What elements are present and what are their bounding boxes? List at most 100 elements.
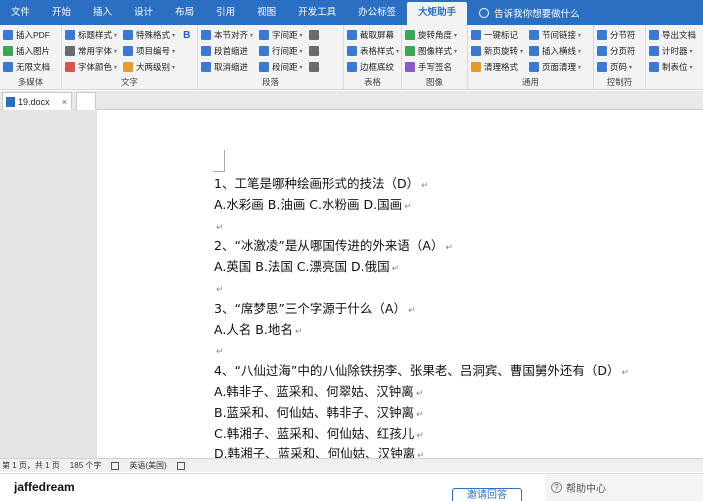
align-center-button[interactable] (308, 44, 324, 58)
special-format-button[interactable]: 特殊格式 ▾ (123, 28, 177, 42)
eraser-icon (471, 62, 481, 72)
signature-button[interactable]: 手写签名 (405, 60, 464, 74)
page-clean-icon (529, 62, 540, 72)
para-spacing-button[interactable]: 段间距 ▾ (259, 60, 305, 74)
document-page[interactable]: 1、工笔是哪种绘画形式的技法（D） ↵ A.水彩画 B.油画 C.水粉画 D.国画 ↵… (97, 110, 703, 461)
document-body[interactable]: 1、工笔是哪种绘画形式的技法（D） ↵ A.水彩画 B.油画 C.水粉画 D.国画 ↵… (214, 174, 629, 465)
tab-references[interactable]: 引用 (205, 0, 246, 25)
table-icon (347, 46, 357, 56)
close-icon[interactable]: × (62, 97, 67, 107)
tab-home[interactable]: 开始 (41, 0, 82, 25)
tab-file[interactable]: 文件 (0, 0, 41, 25)
document-area: 1、工笔是哪种绘画形式的技法（D） ↵ A.水彩画 B.油画 C.水粉画 D.国画 ↵… (0, 110, 703, 461)
paragraph-mark: ↵ (216, 347, 224, 358)
indent-icon (201, 46, 211, 56)
word-count[interactable]: 185 个字 (70, 460, 102, 471)
tab-layout[interactable]: 布局 (164, 0, 205, 25)
line-text: A.韩非子、蓝采和、何翠姑、汉钟离 (214, 383, 414, 399)
username: jaffedream (14, 480, 75, 494)
group-label: 图像 (425, 77, 443, 87)
line-text: 4、“八仙过海”中的八仙除铁拐李、张果老、吕洞宾、曹国舅外还有（D） (214, 363, 620, 379)
first-indent-button[interactable]: 段首缩进 (201, 44, 255, 58)
section-break-button[interactable]: 分节符 (597, 28, 642, 42)
char-spacing-button[interactable]: 字间距 ▾ (259, 28, 305, 42)
tab-stop-button[interactable]: 制表位 ▾ (649, 60, 700, 74)
border-shading-button[interactable]: 边框底纹 (347, 60, 398, 74)
tab-insert[interactable]: 插入 (82, 0, 123, 25)
list-numbering-button[interactable]: 项目编号 ▾ (123, 44, 177, 58)
infinite-doc-button[interactable]: 无限文档 (3, 60, 58, 74)
group-label: 段落 (261, 77, 279, 87)
document-line[interactable]: A.英国 B.法国 C.漂亮国 D.俄国 ↵ (214, 257, 629, 278)
document-tab-bar: 19.docx × (0, 91, 703, 110)
cancel-indent-button[interactable]: 取消缩进 (201, 60, 255, 74)
document-line[interactable]: ↵ (214, 216, 629, 237)
new-tab-button[interactable] (76, 92, 96, 110)
paragraph-mark: ↵ (416, 409, 424, 420)
macro-icon[interactable] (176, 461, 185, 470)
document-line[interactable]: 4、“八仙过海”中的八仙除铁拐李、张果老、吕洞宾、曹国舅外还有（D） ↵ (214, 361, 629, 382)
group-label: 文字 (120, 77, 138, 87)
document-line[interactable]: A.人名 B.地名 ↵ (214, 320, 629, 341)
link-icon (529, 30, 540, 40)
word-doc-icon (6, 96, 15, 107)
timer-button[interactable]: 计时器 ▾ (649, 44, 700, 58)
tab-view[interactable]: 视图 (246, 0, 287, 25)
paragraph-mark: ↵ (391, 264, 400, 275)
clear-format-button[interactable]: 清理格式 (471, 60, 525, 74)
document-tab[interactable]: 19.docx × (2, 92, 72, 110)
paragraph-mark: ↵ (216, 284, 224, 295)
line-text: A.水彩画 B.油画 C.水粉画 D.国画 (214, 196, 403, 212)
document-line[interactable]: 2、“冰激凌”是从哪国传进的外来语（A） ↵ (214, 236, 629, 257)
invite-answer-button[interactable]: 邀请回答 (452, 488, 522, 501)
help-center-button[interactable]: ? 帮助中心 (545, 474, 703, 501)
document-line[interactable]: 3、“席梦思”三个字源于什么（A） ↵ (214, 299, 629, 320)
document-line[interactable]: A.水彩画 B.油画 C.水粉画 D.国画 ↵ (214, 195, 629, 216)
insert-pdf-button[interactable]: 插入PDF (3, 28, 58, 42)
page-break-button[interactable]: 分页符 (597, 44, 642, 58)
document-line[interactable]: C.韩湘子、蓝采和、何仙姑、红孩儿 ↵ (214, 424, 629, 445)
page-number-button[interactable]: 页码 ▾ (597, 60, 642, 74)
document-line[interactable]: 1、工笔是哪种绘画形式的技法（D） ↵ (214, 174, 629, 195)
proofing-icon[interactable] (111, 461, 120, 470)
document-line[interactable]: ↵ (214, 340, 629, 361)
paragraph-mark: ↵ (421, 181, 429, 191)
line-text: 2、“冰激凌”是从哪国传进的外来语（A） (214, 238, 444, 254)
image-style-button[interactable]: 图像样式 ▾ (405, 44, 464, 58)
align-left-button[interactable] (308, 28, 324, 42)
line-spacing-button[interactable]: 行间距 ▾ (259, 44, 305, 58)
screenshot-button[interactable]: 截取屏幕 (347, 28, 398, 42)
page-break-icon (597, 46, 607, 56)
section-align-button[interactable]: 本节对齐 ▾ (201, 28, 255, 42)
one-key-mark-button[interactable]: 一键标记 (471, 28, 525, 42)
tab-design[interactable]: 设计 (123, 0, 164, 25)
insert-hline-button[interactable]: 插入横线 ▾ (529, 44, 583, 58)
language-indicator[interactable]: 英语(美国) (129, 460, 166, 471)
common-font-button[interactable]: 常用字体 ▾ (65, 44, 119, 58)
bold-button[interactable]: B (181, 28, 192, 42)
document-line[interactable]: ↵ (214, 278, 629, 299)
insert-image-button[interactable]: 插入图片 (3, 44, 58, 58)
outline-level-button[interactable]: 大两级别 ▾ (123, 60, 177, 74)
document-line[interactable]: A.韩非子、蓝采和、何翠姑、汉钟离 ↵ (214, 382, 629, 403)
page-count: 第 1 页，共 1 页 (2, 461, 60, 470)
font-color-button[interactable]: 字体颜色 ▾ (65, 60, 119, 74)
tab-office-tab[interactable]: 办公标签 (347, 0, 407, 25)
page-cleanup-button[interactable]: 页面清理 ▾ (529, 60, 583, 74)
tell-me-search[interactable]: 告诉我你想要做什么 (479, 6, 580, 20)
export-doc-button[interactable]: 导出文档 (649, 28, 700, 42)
heading-icon (65, 30, 75, 40)
group-misc: 导出文档 计时器 ▾ 制表位 ▾ (646, 25, 703, 90)
timer-icon (649, 46, 659, 56)
table-style-button[interactable]: 表格样式 ▾ (347, 44, 399, 58)
tab-developer[interactable]: 开发工具 (287, 0, 347, 25)
rotate-angle-button[interactable]: 旋转角度 ▾ (405, 28, 464, 42)
heading-style-button[interactable]: 标题样式 ▾ (65, 28, 119, 42)
new-page-rotate-button[interactable]: 新页旋转 ▾ (471, 44, 525, 58)
section-link-button[interactable]: 节间链接 ▾ (529, 28, 583, 42)
group-paragraph: 本节对齐 ▾ 段首缩进 取消缩进 字间距 ▾ 行间距 ▾ 段间距 ▾ 段落 (198, 25, 344, 90)
align-right-button[interactable] (308, 60, 324, 74)
tab-dajv-assistant[interactable]: 大矩助手 (407, 2, 468, 25)
line-text: 3、“席梦思”三个字源于什么（A） (214, 300, 406, 316)
document-line[interactable]: B.蓝采和、何仙姑、韩非子、汉钟离 ↵ (214, 403, 629, 424)
